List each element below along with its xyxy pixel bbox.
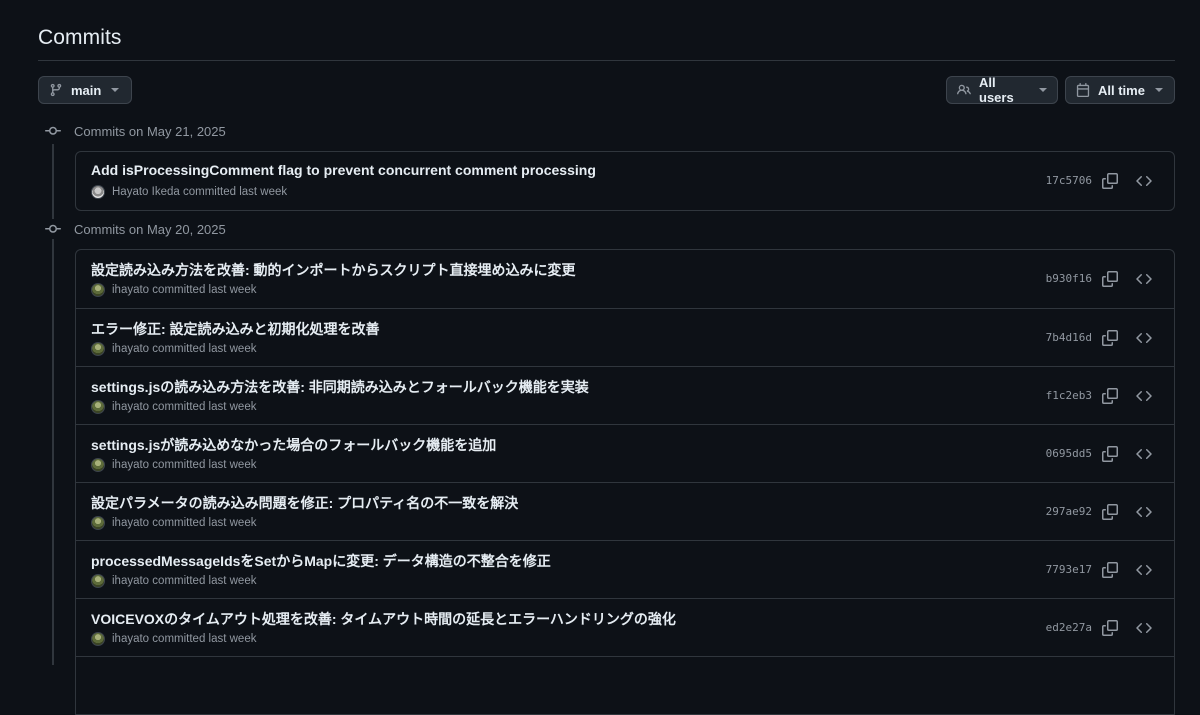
commit-row: 設定読み込み方法を改善: 動的インポートからスクリプト直接埋め込みに変更 ihay… [76, 250, 1174, 308]
code-icon[interactable] [1134, 328, 1154, 348]
commit-time: committed last week [152, 459, 257, 471]
commit-sha-link[interactable]: 0695dd5 [1046, 447, 1092, 460]
copy-icon[interactable] [1100, 618, 1120, 638]
code-icon[interactable] [1134, 444, 1154, 464]
code-icon[interactable] [1134, 269, 1154, 289]
commit-message-link[interactable]: エラー修正: 設定読み込みと初期化処理を改善 [91, 319, 380, 339]
chevron-down-icon [1154, 88, 1163, 92]
commit-time: committed last week [152, 284, 257, 296]
commit-sha-link[interactable]: 17c5706 [1046, 174, 1092, 187]
commit-author[interactable]: ihayato [112, 459, 149, 471]
commit-message-link[interactable]: 設定読み込み方法を改善: 動的インポートからスクリプト直接埋め込みに変更 [91, 260, 576, 280]
branch-selector-button[interactable]: main [38, 76, 132, 104]
commit-time: committed last week [152, 401, 257, 413]
commit-meta: ihayato committed last week [91, 516, 256, 530]
commit-group-heading: Commits on May 21, 2025 [38, 121, 226, 141]
commit-row: 設定パラメータの読み込み問題を修正: プロパティ名の不一致を解決 ihayato … [76, 482, 1174, 540]
commit-time: committed last week [152, 633, 257, 645]
time-filter-label: All time [1098, 82, 1145, 98]
branch-label: main [71, 82, 102, 98]
copy-icon[interactable] [1100, 171, 1120, 191]
calendar-icon [1076, 83, 1090, 97]
commit-meta: ihayato committed last week [91, 458, 256, 472]
avatar[interactable] [91, 342, 105, 356]
commit-author[interactable]: Hayato Ikeda [112, 186, 180, 198]
commit-author[interactable]: ihayato [112, 343, 149, 355]
commit-row: settings.jsが読み込めなかった場合のフォールバック機能を追加 ihaya… [76, 424, 1174, 482]
commit-message-link[interactable]: Add isProcessingComment flag to prevent … [91, 162, 596, 178]
commit-sha-link[interactable]: f1c2eb3 [1046, 389, 1092, 402]
commit-time: committed last week [152, 575, 257, 587]
commit-group-date: Commits on May 20, 2025 [74, 221, 226, 237]
commit-meta: ihayato committed last week [91, 632, 256, 646]
code-icon[interactable] [1134, 386, 1154, 406]
copy-icon[interactable] [1100, 269, 1120, 289]
commit-author[interactable]: ihayato [112, 575, 149, 587]
copy-icon[interactable] [1100, 444, 1120, 464]
commit-author[interactable]: ihayato [112, 284, 149, 296]
commit-sha-link[interactable]: b930f16 [1046, 272, 1092, 285]
commit-row: processedMessageIdsをSetからMapに変更: データ構造の不… [76, 540, 1174, 598]
avatar[interactable] [91, 458, 105, 472]
time-filter-button[interactable]: All time [1065, 76, 1175, 104]
commit-time: committed last week [152, 343, 257, 355]
commit-sha-link[interactable]: ed2e27a [1046, 621, 1092, 634]
commit-message-link[interactable]: settings.jsの読み込み方法を改善: 非同期読み込みとフォールバック機能… [91, 377, 589, 397]
commit-meta: ihayato committed last week [91, 342, 256, 356]
copy-icon[interactable] [1100, 328, 1120, 348]
commit-list: 設定読み込み方法を改善: 動的インポートからスクリプト直接埋め込みに変更 ihay… [75, 249, 1175, 715]
code-icon[interactable] [1134, 171, 1154, 191]
commit-message-link[interactable]: processedMessageIdsをSetからMapに変更: データ構造の不… [91, 551, 551, 571]
commit-meta: ihayato committed last week [91, 283, 256, 297]
chevron-down-icon [111, 88, 120, 92]
commit-author[interactable]: ihayato [112, 517, 149, 529]
copy-icon[interactable] [1100, 502, 1120, 522]
avatar[interactable] [91, 283, 105, 297]
code-icon[interactable] [1134, 502, 1154, 522]
commit-time: committed last week [152, 517, 257, 529]
copy-icon[interactable] [1100, 386, 1120, 406]
git-branch-icon [49, 83, 63, 97]
people-icon [957, 83, 971, 97]
commit-row: エラー修正: 設定読み込みと初期化処理を改善 ihayato committed … [76, 308, 1174, 366]
commit-message-link[interactable]: settings.jsが読み込めなかった場合のフォールバック機能を追加 [91, 435, 496, 455]
avatar[interactable] [91, 185, 105, 199]
users-filter-label: All users [979, 75, 1014, 105]
code-icon[interactable] [1134, 618, 1154, 638]
commit-group-heading: Commits on May 20, 2025 [38, 219, 226, 239]
avatar[interactable] [91, 516, 105, 530]
avatar[interactable] [91, 632, 105, 646]
commit-author[interactable]: ihayato [112, 401, 149, 413]
git-commit-icon [38, 121, 68, 141]
commit-row: Add isProcessingComment flag to prevent … [76, 152, 1174, 210]
users-filter-button[interactable]: All users [946, 75, 1058, 105]
commit-meta: ihayato committed last week [91, 574, 256, 588]
git-commit-icon [38, 219, 68, 239]
commit-message-link[interactable]: VOICEVOXのタイムアウト処理を改善: タイムアウト時間の延長とエラーハンド… [91, 609, 676, 629]
copy-icon[interactable] [1100, 560, 1120, 580]
page-title: Commits [38, 26, 122, 49]
commit-row: VOICEVOXのタイムアウト処理を改善: タイムアウト時間の延長とエラーハンド… [76, 598, 1174, 656]
commit-time: committed last week [182, 186, 288, 198]
avatar[interactable] [91, 574, 105, 588]
commit-meta: ihayato committed last week [91, 400, 256, 414]
commits-page: Commits main All users All time Commits … [38, 0, 1175, 715]
commit-meta: Hayato Ikeda committed last week [91, 185, 287, 199]
commit-author[interactable]: ihayato [112, 633, 149, 645]
commit-group-date: Commits on May 21, 2025 [74, 123, 226, 139]
commit-sha-link[interactable]: 297ae92 [1046, 505, 1092, 518]
commit-sha-link[interactable]: 7b4d16d [1046, 331, 1092, 344]
commit-message-link[interactable]: 設定パラメータの読み込み問題を修正: プロパティ名の不一致を解決 [91, 493, 518, 513]
commit-list: Add isProcessingComment flag to prevent … [75, 151, 1175, 211]
code-icon[interactable] [1134, 560, 1154, 580]
chevron-down-icon [1039, 88, 1047, 92]
commit-sha-link[interactable]: 7793e17 [1046, 563, 1092, 576]
title-divider [38, 60, 1175, 61]
commit-row: settings.jsの読み込み方法を改善: 非同期読み込みとフォールバック機能… [76, 366, 1174, 424]
avatar[interactable] [91, 400, 105, 414]
